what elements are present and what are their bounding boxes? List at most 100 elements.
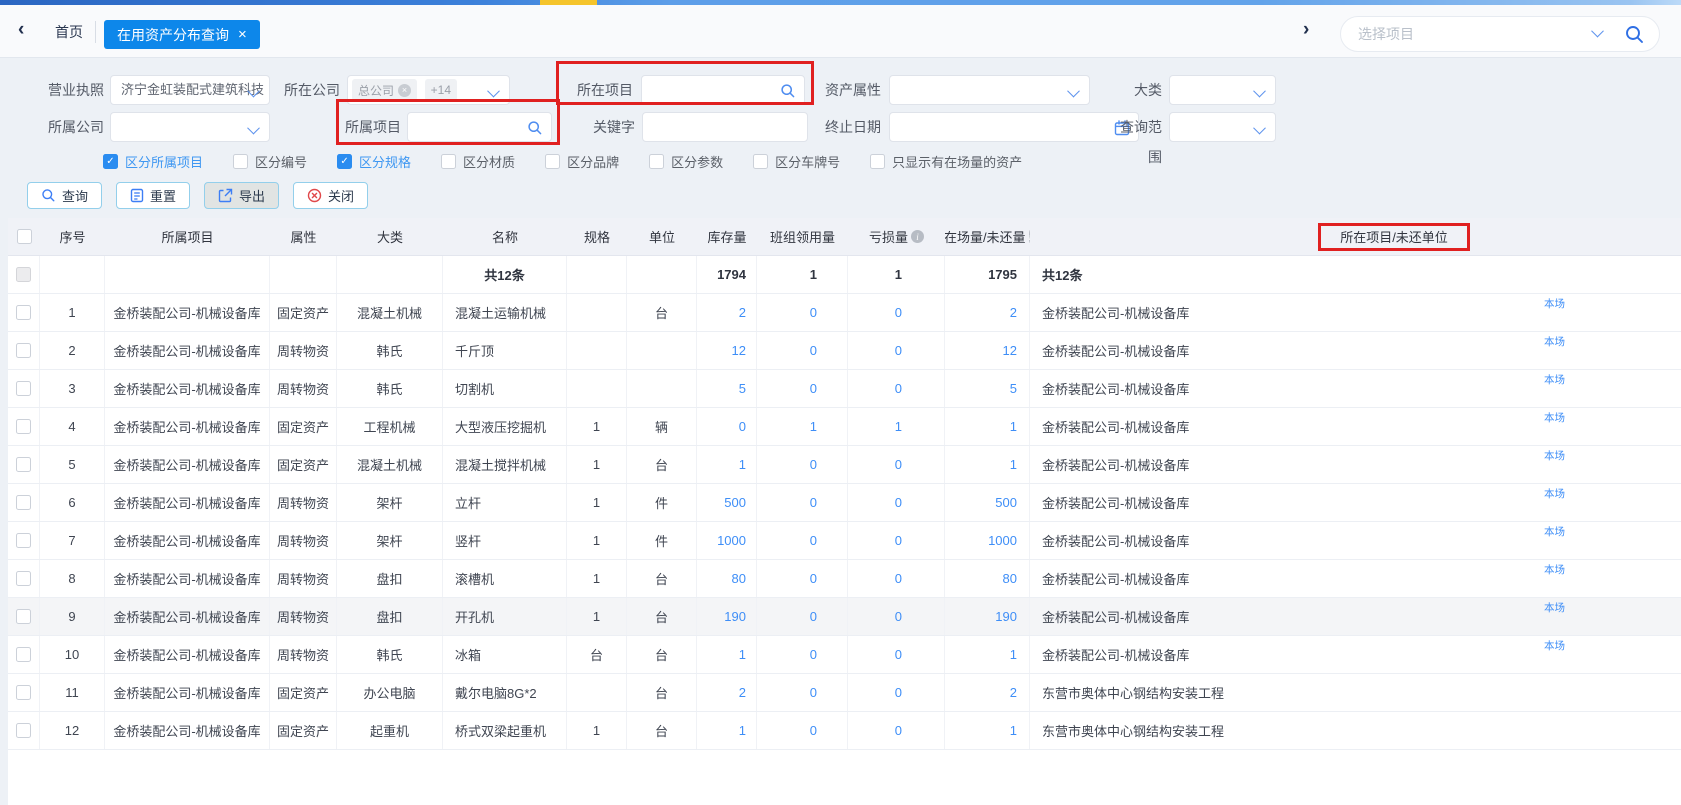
cell-onsite-link[interactable]: 190 xyxy=(945,598,1030,635)
row-checkbox[interactable] xyxy=(16,419,31,434)
cell-onsite-link[interactable]: 80 xyxy=(945,560,1030,597)
row-checkbox[interactable] xyxy=(16,305,31,320)
distinguish-checkbox[interactable]: 区分车牌号 xyxy=(753,152,840,171)
info-icon[interactable]: i xyxy=(911,230,924,243)
cell-loss-link[interactable]: 0 xyxy=(848,560,945,597)
query-button[interactable]: 查询 xyxy=(27,182,102,209)
cell-stock-link[interactable]: 2 xyxy=(697,294,757,331)
distinguish-checkbox[interactable]: 区分参数 xyxy=(649,152,723,171)
checkbox-checked-icon[interactable]: ✓ xyxy=(103,154,118,169)
export-button[interactable]: 导出 xyxy=(204,182,279,209)
cell-stock-link[interactable]: 190 xyxy=(697,598,757,635)
cell-team-link[interactable]: 1 xyxy=(757,408,848,445)
cell-stock-link[interactable]: 1 xyxy=(697,712,757,749)
cell-onsite-link[interactable]: 1000 xyxy=(945,522,1030,559)
business-license-select[interactable]: 济宁金虹装配式建筑科技 xyxy=(110,75,270,105)
end-date-input[interactable] xyxy=(889,112,1139,142)
tabs-scroll-right-icon[interactable]: › xyxy=(1303,19,1309,41)
cell-onsite-link[interactable]: 1 xyxy=(945,408,1030,445)
row-checkbox[interactable] xyxy=(16,685,31,700)
query-scope-select[interactable] xyxy=(1169,112,1276,142)
search-icon[interactable] xyxy=(527,120,543,136)
cell-team-link[interactable]: 0 xyxy=(757,484,848,521)
cell-loss-link[interactable]: 0 xyxy=(848,636,945,673)
onsite-link[interactable]: 本场 xyxy=(1544,410,1565,425)
onsite-link[interactable]: 本场 xyxy=(1544,334,1565,349)
tag-close-icon[interactable]: × xyxy=(398,84,411,97)
onsite-link[interactable]: 本场 xyxy=(1544,524,1565,539)
major-category-select[interactable] xyxy=(1169,75,1276,105)
owning-company-select[interactable] xyxy=(110,112,270,142)
cell-onsite-link[interactable]: 2 xyxy=(945,294,1030,331)
close-button[interactable]: 关闭 xyxy=(293,182,368,209)
cell-stock-link[interactable]: 1000 xyxy=(697,522,757,559)
asset-attribute-select[interactable] xyxy=(889,75,1090,105)
keyword-input[interactable] xyxy=(642,112,808,142)
current-project-search-input[interactable] xyxy=(641,75,805,105)
checkbox-checked-icon[interactable]: ✓ xyxy=(337,154,352,169)
tab-home[interactable]: 首页 xyxy=(55,22,83,42)
distinguish-checkbox[interactable]: 区分品牌 xyxy=(545,152,619,171)
cell-team-link[interactable]: 0 xyxy=(757,636,848,673)
cell-stock-link[interactable]: 5 xyxy=(697,370,757,407)
row-checkbox[interactable] xyxy=(16,609,31,624)
row-checkbox[interactable] xyxy=(16,571,31,586)
onsite-link[interactable]: 本场 xyxy=(1544,296,1565,311)
cell-onsite-link[interactable]: 1 xyxy=(945,446,1030,483)
checkbox-icon[interactable] xyxy=(545,154,560,169)
onsite-link[interactable]: 本场 xyxy=(1544,486,1565,501)
cell-onsite-link[interactable]: 5 xyxy=(945,370,1030,407)
cell-team-link[interactable]: 0 xyxy=(757,712,848,749)
cell-loss-link[interactable]: 0 xyxy=(848,484,945,521)
onsite-link[interactable]: 本场 xyxy=(1544,562,1565,577)
onsite-link[interactable]: 本场 xyxy=(1544,638,1565,653)
cell-team-link[interactable]: 0 xyxy=(757,598,848,635)
onsite-link[interactable]: 本场 xyxy=(1544,372,1565,387)
cell-stock-link[interactable]: 2 xyxy=(697,674,757,711)
cell-onsite-link[interactable]: 1 xyxy=(945,712,1030,749)
checkbox-icon[interactable] xyxy=(233,154,248,169)
checkbox-icon[interactable] xyxy=(441,154,456,169)
owning-project-search-input[interactable] xyxy=(407,112,552,142)
cell-loss-link[interactable]: 0 xyxy=(848,712,945,749)
cell-loss-link[interactable]: 0 xyxy=(848,332,945,369)
row-checkbox[interactable] xyxy=(16,647,31,662)
row-checkbox[interactable] xyxy=(16,381,31,396)
row-checkbox[interactable] xyxy=(16,533,31,548)
onsite-link[interactable]: 本场 xyxy=(1544,600,1565,615)
cell-team-link[interactable]: 0 xyxy=(757,370,848,407)
cell-onsite-link[interactable]: 500 xyxy=(945,484,1030,521)
cell-loss-link[interactable]: 0 xyxy=(848,674,945,711)
checkbox-icon[interactable] xyxy=(649,154,664,169)
cell-loss-link[interactable]: 0 xyxy=(848,446,945,483)
cell-team-link[interactable]: 0 xyxy=(757,446,848,483)
onsite-link[interactable]: 本场 xyxy=(1544,448,1565,463)
reset-button[interactable]: 重置 xyxy=(116,182,190,209)
distinguish-checkbox[interactable]: ✓区分规格 xyxy=(337,152,411,171)
cell-stock-link[interactable]: 80 xyxy=(697,560,757,597)
cell-stock-link[interactable]: 1 xyxy=(697,446,757,483)
row-checkbox[interactable] xyxy=(16,457,31,472)
select-all-checkbox[interactable] xyxy=(17,229,32,244)
distinguish-checkbox[interactable]: 区分编号 xyxy=(233,152,307,171)
distinguish-checkbox[interactable]: ✓区分所属项目 xyxy=(103,152,203,171)
cell-team-link[interactable]: 0 xyxy=(757,560,848,597)
cell-stock-link[interactable]: 500 xyxy=(697,484,757,521)
project-select[interactable]: 选择项目 xyxy=(1340,16,1660,52)
cell-loss-link[interactable]: 0 xyxy=(848,294,945,331)
cell-loss-link[interactable]: 1 xyxy=(848,408,945,445)
search-icon[interactable] xyxy=(1624,24,1645,45)
cell-stock-link[interactable]: 1 xyxy=(697,636,757,673)
tab-active[interactable]: 在用资产分布查询 × xyxy=(104,20,260,49)
cell-team-link[interactable]: 0 xyxy=(757,674,848,711)
checkbox-icon[interactable] xyxy=(753,154,768,169)
checkbox-icon[interactable] xyxy=(870,154,885,169)
tabs-scroll-left-icon[interactable]: ‹ xyxy=(18,19,24,41)
cell-stock-link[interactable]: 12 xyxy=(697,332,757,369)
cell-team-link[interactable]: 0 xyxy=(757,522,848,559)
distinguish-checkbox[interactable]: 只显示有在场量的资产 xyxy=(870,152,1022,171)
row-checkbox[interactable] xyxy=(16,723,31,738)
cell-loss-link[interactable]: 0 xyxy=(848,598,945,635)
distinguish-checkbox[interactable]: 区分材质 xyxy=(441,152,515,171)
tab-close-icon[interactable]: × xyxy=(238,26,247,43)
